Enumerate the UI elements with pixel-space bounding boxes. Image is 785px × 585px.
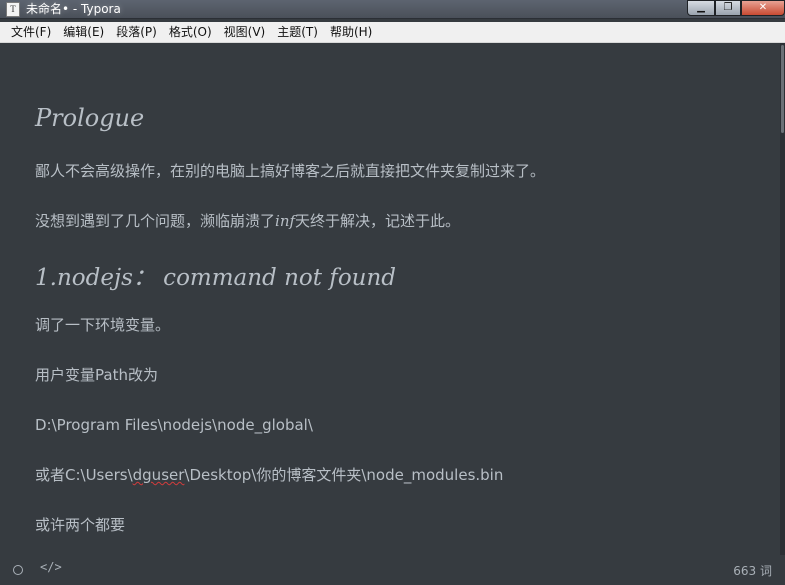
status-bar: </> 663 词 xyxy=(4,555,780,585)
path-suffix: \Desktop\你的博客文件夹\node_modules.bin xyxy=(184,466,504,484)
menu-bar: 文件(F) 编辑(E) 段落(P) 格式(O) 视图(V) 主题(T) 帮助(H… xyxy=(0,22,785,43)
paragraph-problems-text-b: 天终于解决，记述于此。 xyxy=(295,212,461,230)
paragraph-env-vars[interactable]: 调了一下环境变量。 xyxy=(35,315,170,335)
paragraph-intro[interactable]: 鄙人不会高级操作，在别的电脑上搞好博客之后就直接把文件夹复制过来了。 xyxy=(35,161,545,181)
paragraph-path-global[interactable]: D:\Program Files\nodejs\node_global\ xyxy=(35,415,313,435)
menu-view[interactable]: 视图(V) xyxy=(218,22,272,42)
word-count[interactable]: 663 词 xyxy=(733,562,772,579)
menu-edit[interactable]: 编辑(E) xyxy=(57,22,110,42)
sidebar-toggle-icon[interactable] xyxy=(13,565,23,575)
menu-format[interactable]: 格式(O) xyxy=(163,22,218,42)
paragraph-user-path[interactable]: 用户变量Path改为 xyxy=(35,365,158,385)
source-code-mode-icon[interactable]: </> xyxy=(40,560,62,574)
menu-theme[interactable]: 主题(T) xyxy=(271,22,324,42)
paragraph-problems[interactable]: 没想到遇到了几个问题，濒临崩溃了inf天终于解决，记述于此。 xyxy=(35,211,460,231)
window-title: 未命名• - Typora xyxy=(26,2,121,16)
heading-nodejs-error[interactable]: 1.nodejs： command not found xyxy=(35,258,396,292)
typora-app-icon: T xyxy=(6,2,20,17)
window-controls: ▁ ❐ ✕ xyxy=(687,0,785,18)
maximize-button[interactable]: ❐ xyxy=(715,0,741,16)
paragraph-problems-text-a: 没想到遇到了几个问题，濒临崩溃了 xyxy=(35,212,276,230)
close-button[interactable]: ✕ xyxy=(741,0,785,16)
spellcheck-word[interactable]: dguser xyxy=(133,466,185,484)
minimize-button[interactable]: ▁ xyxy=(687,0,715,16)
scrollbar-thumb[interactable] xyxy=(781,45,784,133)
paragraph-both[interactable]: 或许两个都要 xyxy=(35,515,125,535)
editor-area[interactable]: Prologue 鄙人不会高级操作，在别的电脑上搞好博客之后就直接把文件夹复制过… xyxy=(4,43,780,555)
menu-help[interactable]: 帮助(H) xyxy=(324,22,378,42)
title-bar[interactable]: T 未命名• - Typora ▁ ❐ ✕ xyxy=(0,0,785,19)
path-prefix: 或者C:\Users\ xyxy=(35,466,133,484)
heading-prologue[interactable]: Prologue xyxy=(35,104,144,132)
menu-file[interactable]: 文件(F) xyxy=(0,22,57,42)
paragraph-path-modules[interactable]: 或者C:\Users\dguser\Desktop\你的博客文件夹\node_m… xyxy=(35,465,503,485)
inline-math-inf: inf xyxy=(275,212,296,230)
typora-window: T 未命名• - Typora ▁ ❐ ✕ 文件(F) 编辑(E) 段落(P) … xyxy=(0,0,785,585)
menu-paragraph[interactable]: 段落(P) xyxy=(110,22,163,42)
